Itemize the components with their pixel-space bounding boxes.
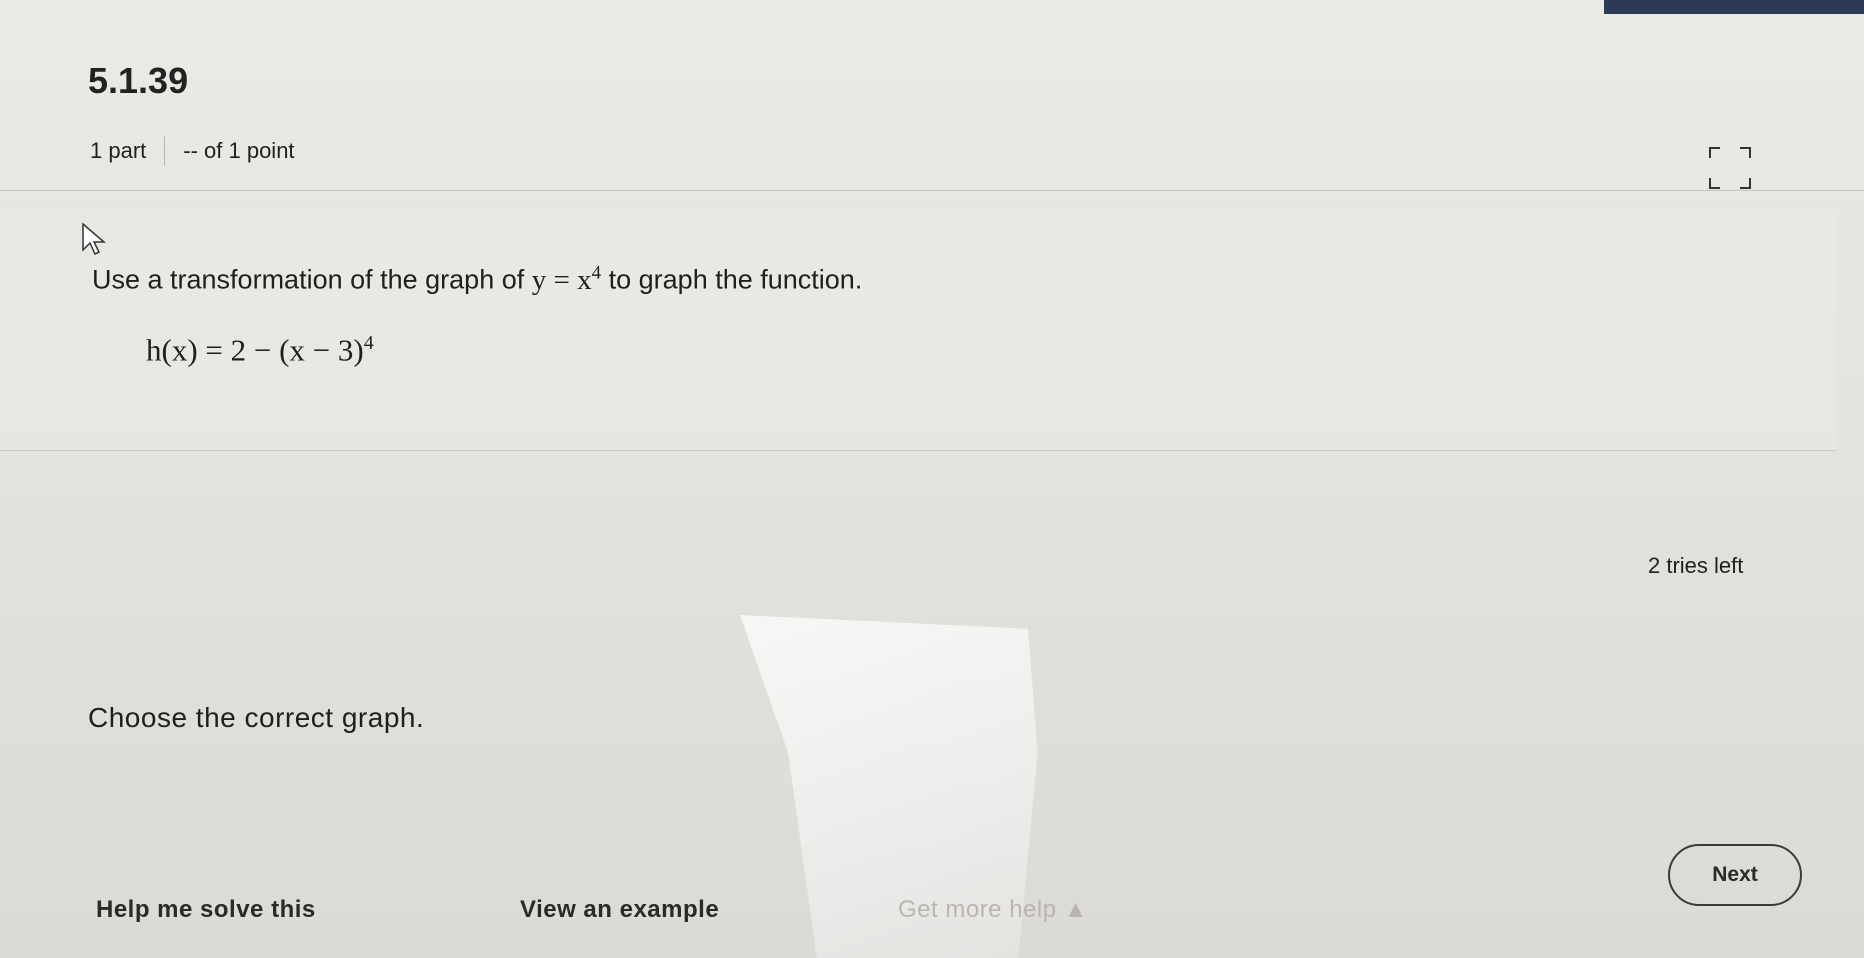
problem-number: 5.1.39 (88, 60, 189, 101)
question-panel (0, 210, 1836, 451)
problem-meta: 1 part -- of 1 point (90, 136, 295, 166)
points-value: -- of 1 point (183, 138, 295, 163)
mouse-pointer-icon (80, 222, 110, 258)
tries-left: 2 tries left (1648, 553, 1744, 578)
target-function-text: h(x) = 2 − (x − 3) (146, 332, 364, 368)
target-function-exponent: 4 (363, 332, 374, 354)
expand-icon[interactable] (1700, 140, 1760, 196)
target-function: h(x) = 2 − (x − 3)4 (146, 332, 374, 368)
get-more-help-button[interactable]: Get more help ▲ (898, 896, 1088, 924)
view-example-button[interactable]: View an example (520, 896, 719, 924)
question-text: Use a transformation of the graph of y =… (92, 262, 862, 297)
help-me-solve-button[interactable]: Help me solve this (96, 896, 316, 924)
meta-divider (164, 136, 166, 166)
base-function: y = x4 (531, 262, 602, 296)
instruction-text: Choose the correct graph. (88, 702, 425, 733)
base-function-text: y = x (531, 263, 592, 296)
page: 5.1.39 1 part -- of 1 point Use a transf… (0, 0, 1864, 958)
parts-count: 1 part (90, 138, 147, 163)
base-function-exponent: 4 (591, 262, 602, 283)
problem-header: 5.1.39 1 part -- of 1 point (0, 0, 1864, 191)
next-button[interactable]: Next (1668, 844, 1802, 906)
question-suffix: to graph the function. (608, 264, 863, 295)
question-prefix: Use a transformation of the graph of (92, 264, 525, 295)
